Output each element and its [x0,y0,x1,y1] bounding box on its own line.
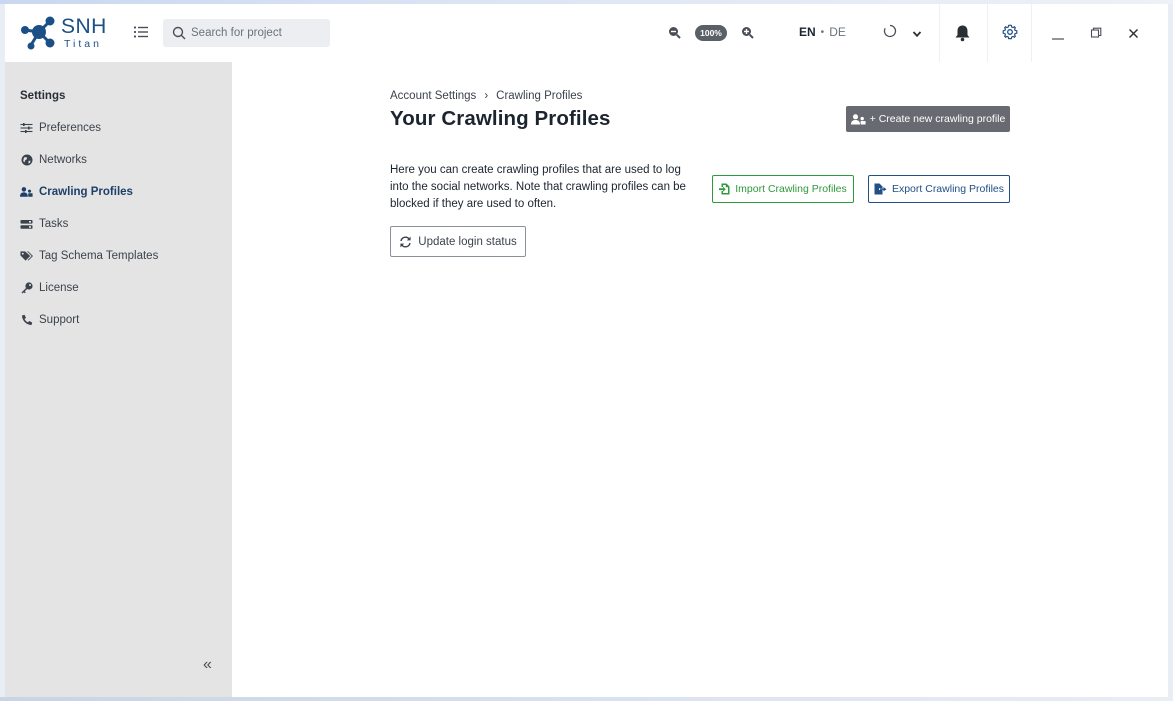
sidebar-item-support[interactable]: Support [20,310,79,330]
collapse-sidebar-button[interactable]: « [203,656,212,674]
sidebar-item-label: License [39,282,79,294]
minimize-icon[interactable] [1051,26,1065,45]
key-icon [20,282,33,295]
top-bar: SNH Titan 100% [5,4,1168,62]
sidebar-item-label: Crawling Profiles [39,186,133,198]
zoom-out-icon[interactable] [668,26,681,44]
create-button-label: + Create new crawling profile [869,113,1006,125]
add-user-icon [850,113,866,124]
tags-icon [20,250,33,263]
header-divider [1031,4,1032,62]
language-switcher: EN • DE [799,25,846,39]
sidebar-item-label: Tasks [39,218,69,230]
sidebar-item-networks[interactable]: Networks [20,150,87,170]
app-logo[interactable]: SNH Titan [17,13,117,53]
phone-icon [20,314,33,327]
create-crawling-profile-button[interactable]: + Create new crawling profile [846,106,1010,132]
app-window: SNH Titan 100% [5,4,1168,697]
sidebar-item-crawling-profiles[interactable]: Crawling Profiles [20,182,133,202]
logo-subtitle: Titan [64,38,102,50]
main-content: Account Settings › Crawling Profiles You… [232,62,1168,697]
breadcrumb-account-settings[interactable]: Account Settings [390,90,476,102]
header-divider [939,4,940,62]
lang-separator: • [820,26,825,38]
sidebar-item-preferences[interactable]: Preferences [20,118,101,138]
import-crawling-profiles-button[interactable]: Import Crawling Profiles [712,175,854,203]
file-export-icon [874,183,887,195]
refresh-icon [400,236,411,247]
restore-window-icon[interactable] [1090,26,1102,44]
export-button-label: Export Crawling Profiles [891,183,1005,195]
page-description: Here you can create crawling profiles th… [390,164,686,210]
close-icon[interactable] [1128,26,1139,44]
lang-en[interactable]: EN [799,25,816,39]
page-title: Your Crawling Profiles [390,107,611,130]
update-button-label: Update login status [418,235,517,248]
export-crawling-profiles-button[interactable]: Export Crawling Profiles [868,175,1010,203]
sidebar-item-label: Preferences [39,122,102,134]
search-icon [172,26,186,40]
sidebar-item-tag-schema-templates[interactable]: Tag Schema Templates [20,246,158,266]
import-button-label: Import Crawling Profiles [735,183,847,195]
sync-spinner-icon[interactable] [883,24,897,43]
header-divider [987,4,988,62]
sidebar-item-label: Tag Schema Templates [39,250,159,262]
sidebar-item-label: Networks [39,154,87,166]
sliders-icon [20,122,33,135]
bottom-edge [0,697,1173,701]
zoom-in-icon[interactable] [741,26,754,44]
sidebar-item-label: Support [39,314,80,326]
lang-de[interactable]: DE [829,25,846,39]
settings-sidebar: Settings Preferences Networks Crawling P… [5,62,232,697]
update-login-status-button[interactable]: Update login status [390,226,526,257]
search-input[interactable] [191,23,323,43]
breadcrumb: Account Settings › Crawling Profiles [390,90,582,102]
zoom-level-badge: 100% [695,25,727,41]
globe-icon [20,154,33,167]
tasks-icon [20,218,33,231]
file-import-icon [719,183,730,195]
breadcrumb-current: Crawling Profiles [496,90,583,102]
sidebar-item-tasks[interactable]: Tasks [20,214,68,234]
bell-icon[interactable] [954,24,971,47]
sidebar-item-license[interactable]: License [20,278,79,298]
breadcrumb-separator: › [484,90,489,102]
chevron-down-icon[interactable] [912,26,922,44]
sidebar-title: Settings [20,90,66,102]
logo-mark-icon [21,16,55,50]
users-icon [20,186,33,199]
menu-list-icon[interactable] [133,24,149,40]
project-search [163,19,330,47]
logo-name: SNH [61,15,107,38]
gear-icon[interactable] [1002,24,1018,45]
